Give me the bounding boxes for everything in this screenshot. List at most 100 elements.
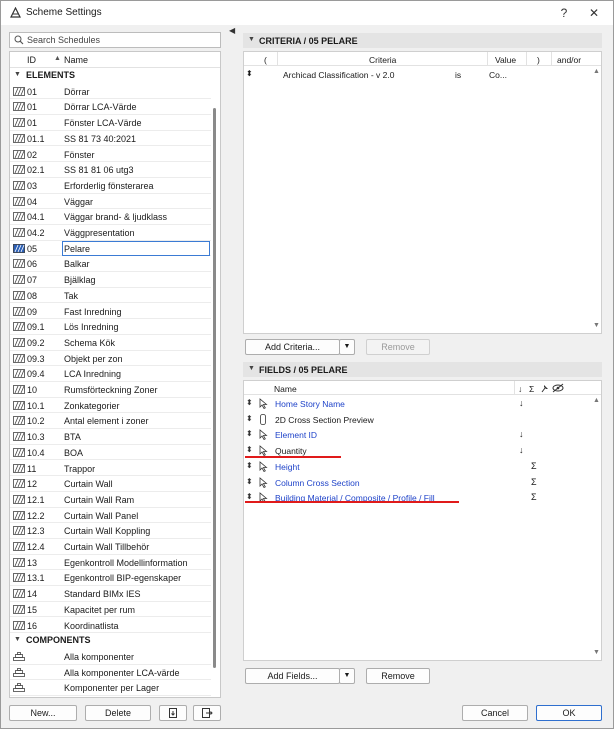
list-item[interactable]: 16 Koordinatlista (10, 618, 211, 634)
column-header-name[interactable]: Name (64, 55, 88, 65)
list-item[interactable]: 04.1 Väggar brand- & ljudklass (10, 209, 211, 225)
group-row-elements[interactable]: ▼ ELEMENTS (10, 68, 211, 83)
remove-fields-button[interactable]: Remove (366, 668, 430, 684)
list-item[interactable]: 09.4 LCA Inredning (10, 366, 211, 382)
criteria-operator[interactable]: is (455, 70, 461, 80)
field-row[interactable]: ⬍ Column Cross Section Σ (244, 475, 601, 491)
list-item[interactable]: 12 Curtain Wall (10, 476, 211, 492)
list-item[interactable]: 10 Rumsförteckning Zoner (10, 382, 211, 398)
list-item[interactable]: 12.1 Curtain Wall Ram (10, 492, 211, 508)
item-id: 07 (27, 275, 38, 286)
collapse-left-panel-icon[interactable]: ◀ (229, 26, 235, 35)
list-item[interactable]: 05 Pelare (10, 240, 211, 257)
close-button[interactable]: ✕ (579, 3, 609, 23)
scroll-down-arrow-icon[interactable]: ▼ (593, 649, 600, 656)
field-row[interactable]: ⬍ Height Σ (244, 459, 601, 475)
list-scrollbar[interactable] (213, 108, 216, 668)
list-item[interactable]: 14 Standard BIMx IES (10, 586, 211, 602)
list-item[interactable]: 09 Fast Inredning (10, 304, 211, 320)
list-item[interactable]: 09.3 Objekt per zon (10, 351, 211, 367)
list-item[interactable]: 06 Balkar (10, 256, 211, 273)
list-item[interactable]: 10.3 BTA (10, 429, 211, 445)
add-fields-button[interactable]: Add Fields... (245, 668, 340, 684)
add-criteria-button[interactable]: Add Criteria... (245, 339, 340, 355)
item-name: Standard BIMx IES (64, 589, 141, 600)
drag-handle-icon[interactable]: ⬍ (246, 461, 253, 470)
drag-handle-icon[interactable]: ⬍ (246, 69, 253, 78)
remove-criteria-button[interactable]: Remove (366, 339, 430, 355)
search-box[interactable] (9, 32, 221, 48)
list-item[interactable]: 01 Dörrar (10, 84, 211, 100)
search-input[interactable] (27, 34, 217, 46)
list-item[interactable]: 15 Kapacitet per rum (10, 602, 211, 618)
ok-button[interactable]: OK (536, 705, 602, 721)
list-item[interactable]: 09.1 Lös Inredning (10, 319, 211, 335)
list-item[interactable]: 12.2 Curtain Wall Panel (10, 508, 211, 524)
item-id: 10.4 (27, 447, 45, 458)
fields-section-header[interactable]: ▼ FIELDS / 05 PELARE (243, 362, 602, 377)
list-item[interactable]: 04.2 Väggpresentation (10, 225, 211, 241)
add-fields-dropdown-icon[interactable]: ▼ (339, 668, 355, 684)
list-item[interactable]: 01 Dörrar LCA-Värde (10, 99, 211, 116)
list-item[interactable]: 10.1 Zonkategorier (10, 398, 211, 414)
criteria-value[interactable]: Co... (489, 70, 507, 80)
element-schedule-icon (13, 385, 25, 394)
drag-handle-icon[interactable]: ⬍ (246, 398, 253, 407)
list-item[interactable]: 09.2 Schema Kök (10, 335, 211, 351)
list-item[interactable]: 13.1 Egenkontroll BIP-egenskaper (10, 570, 211, 587)
group-label: COMPONENTS (26, 635, 91, 646)
list-item[interactable]: 02.1 SS 81 81 06 utg3 (10, 162, 211, 178)
list-item[interactable]: 08 Tak (10, 288, 211, 304)
list-item[interactable]: Komponenter per Lager (10, 680, 211, 696)
delete-schedule-button[interactable]: Delete (85, 705, 151, 721)
sum-indicator[interactable]: Σ (531, 461, 537, 471)
field-row[interactable]: ⬍ Home Story Name ↓ (244, 396, 601, 412)
list-item[interactable]: 01.1 SS 81 73 40:2021 (10, 131, 211, 147)
drag-handle-icon[interactable]: ⬍ (246, 429, 253, 438)
sort-indicator[interactable]: ↓ (519, 429, 524, 439)
item-name: Fönster (64, 149, 95, 160)
column-header-id[interactable]: ID (27, 55, 36, 65)
list-item[interactable]: 12.3 Curtain Wall Koppling (10, 523, 211, 539)
item-id: 01.1 (27, 133, 45, 144)
field-row[interactable]: ⬍ Element ID ↓ (244, 427, 601, 443)
list-item[interactable]: 12.4 Curtain Wall Tillbehör (10, 539, 211, 555)
column-open-paren: ( (264, 55, 267, 65)
criteria-section-header[interactable]: ▼ CRITERIA / 05 PELARE (243, 33, 602, 48)
list-item[interactable]: Alla komponenter LCA-värde (10, 665, 211, 681)
add-criteria-dropdown-icon[interactable]: ▼ (339, 339, 355, 355)
element-schedule-icon (13, 447, 25, 457)
sum-indicator[interactable]: Σ (531, 492, 537, 502)
list-item[interactable]: 07 Bjälklag (10, 272, 211, 288)
component-icon (13, 651, 25, 661)
new-schedule-button[interactable]: New... (9, 705, 77, 721)
import-schedule-button[interactable] (159, 705, 187, 721)
criteria-name[interactable]: Archicad Classification - v 2.0 (283, 70, 395, 80)
list-item[interactable]: 10.4 BOA (10, 445, 211, 461)
sum-indicator[interactable]: Σ (531, 477, 537, 487)
list-item[interactable]: 04 Väggar (10, 194, 211, 210)
drag-handle-icon[interactable]: ⬍ (246, 492, 253, 501)
scroll-up-arrow-icon[interactable]: ▲ (593, 68, 600, 75)
drag-handle-icon[interactable]: ⬍ (246, 445, 253, 454)
list-item[interactable]: 01 Fönster LCA-Värde (10, 115, 211, 131)
help-button[interactable]: ? (549, 3, 579, 23)
drag-handle-icon[interactable]: ⬍ (246, 414, 253, 423)
drag-handle-icon[interactable]: ⬍ (246, 477, 253, 486)
cancel-button[interactable]: Cancel (462, 705, 528, 721)
list-item[interactable]: 10.2 Antal element i zoner (10, 413, 211, 430)
list-item[interactable]: 11 Trappor (10, 461, 211, 477)
list-item[interactable]: 13 Egenkontroll Modellinformation (10, 555, 211, 571)
field-row[interactable]: ⬍ 2D Cross Section Preview (244, 412, 601, 428)
list-item[interactable]: 03 Erforderlig fönsterarea (10, 178, 211, 194)
list-item[interactable]: Alla komponenter (10, 649, 211, 665)
group-row-components[interactable]: ▼ COMPONENTS (10, 633, 211, 648)
scroll-down-arrow-icon[interactable]: ▼ (593, 322, 600, 329)
export-schedule-button[interactable] (193, 705, 221, 721)
sort-indicator[interactable]: ↓ (519, 445, 524, 455)
list-item[interactable]: 02 Fönster (10, 147, 211, 163)
scroll-up-arrow-icon[interactable]: ▲ (593, 397, 600, 404)
sort-indicator[interactable]: ↓ (519, 398, 524, 408)
item-id: 05 (27, 243, 38, 254)
field-row[interactable]: ⬍ Building Material / Composite / Profile… (244, 490, 601, 506)
